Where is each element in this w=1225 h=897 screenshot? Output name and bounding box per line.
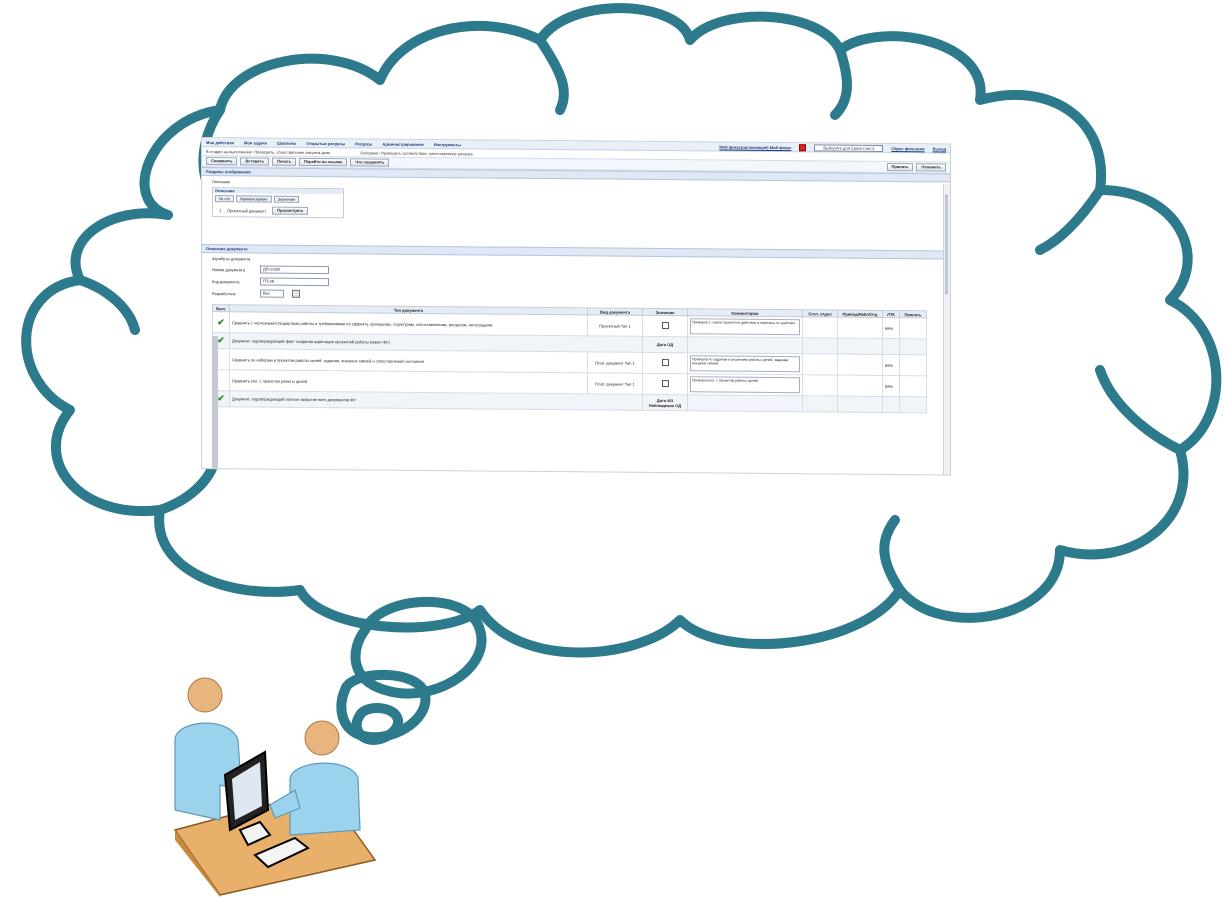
context-select[interactable]: Выберите для Связи (лист) bbox=[814, 143, 884, 152]
reset-filters-link[interactable]: Сброс фильтров bbox=[891, 146, 924, 151]
person-left-head bbox=[187, 677, 223, 713]
people-at-computer-illustration bbox=[173, 677, 377, 897]
value-checkbox[interactable] bbox=[661, 359, 669, 367]
save-button[interactable]: Сохранить bbox=[206, 157, 238, 166]
developer-field: Разработчик Все bbox=[212, 289, 940, 303]
follow-link-button[interactable]: Перейти по ссылке bbox=[299, 157, 348, 167]
vertical-scrollbar[interactable] bbox=[943, 184, 950, 475]
menu-item[interactable]: Шаблоны bbox=[277, 140, 296, 145]
field-label: Разработчик bbox=[212, 290, 236, 296]
menu-item[interactable]: Мои действия bbox=[206, 140, 234, 145]
value-checkbox[interactable] bbox=[661, 322, 669, 330]
focus-link[interactable]: Мой фокус(организация) Мой фокус bbox=[719, 144, 791, 150]
value-checkbox[interactable] bbox=[661, 380, 669, 388]
breadcrumb-status: В стадии на выполнение: Проверить, сопос… bbox=[206, 148, 331, 155]
group-value: Дата ФЗ Наблюдение ОД bbox=[642, 394, 688, 411]
chevron-down-icon[interactable] bbox=[292, 289, 300, 298]
section-display-panel: Описание Описание № п/п Наименование Зна… bbox=[202, 176, 950, 251]
percent-value: 99% bbox=[882, 375, 900, 397]
embedded-app-screenshot: Мои действия Мои задачи Шаблоны Открытые… bbox=[201, 137, 951, 476]
scrollbar-thumb[interactable] bbox=[945, 194, 948, 295]
cloud-inner-curve-6 bbox=[879, 515, 905, 595]
developer-select[interactable]: Все bbox=[260, 289, 284, 298]
row-number: 1 bbox=[219, 207, 222, 213]
logout-link[interactable]: Выход bbox=[933, 146, 946, 151]
what-to-save-button[interactable]: Что сохранять bbox=[350, 158, 390, 167]
person-right-head bbox=[304, 720, 340, 756]
row-name: Проектный документ bbox=[227, 207, 267, 214]
row-scrollbar[interactable] bbox=[212, 336, 218, 469]
alert-icon bbox=[799, 143, 807, 151]
cancel-button[interactable]: Отменить bbox=[916, 163, 946, 172]
requirement-kind: Плат. документ Тип 1 bbox=[587, 372, 643, 395]
checkmark-icon: ✔ bbox=[217, 335, 225, 346]
accept-button[interactable]: Принять bbox=[886, 162, 914, 172]
comment-field[interactable]: Проверка 1: самое проектное действие и п… bbox=[690, 318, 800, 336]
description-box: Описание № п/п Наименование Значение 1 П… bbox=[212, 187, 344, 219]
requirement-kind: Плат. документ Тип 1 bbox=[587, 351, 643, 374]
description-row: 1 Проектный документ Просмотреть bbox=[213, 204, 343, 217]
menu-item[interactable]: Ресурсы bbox=[355, 141, 372, 146]
comment-field[interactable]: Проверка кол. с проектом работы целей bbox=[690, 376, 800, 394]
doc-code-input[interactable]: ГП-28 bbox=[260, 277, 329, 287]
group-value: Дата ОД bbox=[642, 336, 688, 353]
cloud-inner-curve-4 bbox=[1035, 185, 1105, 255]
tab-name[interactable]: Наименование bbox=[235, 195, 272, 203]
percent-value: 99% bbox=[882, 317, 900, 339]
checkmark-icon: ✔ bbox=[217, 393, 225, 404]
cloud-inner-curve-5 bbox=[1095, 365, 1185, 455]
cloud-inner-curve-3 bbox=[830, 45, 852, 120]
doc-number-input[interactable]: ДП-1/180 bbox=[260, 265, 329, 275]
breadcrumb-description: Описание: Проверить соответствие, сопост… bbox=[360, 149, 473, 156]
requirement-kind: Проектный Тип 1 bbox=[587, 314, 643, 337]
cloud-inner-curve-8 bbox=[75, 275, 140, 335]
menu-item[interactable]: Мои задачи bbox=[244, 140, 267, 145]
field-label: Код документа bbox=[212, 278, 240, 284]
requirements-table: Вып. Тип документа Вид документа Значени… bbox=[212, 304, 927, 413]
field-label: Номер документа bbox=[212, 266, 245, 272]
percent-value: 99% bbox=[882, 354, 900, 376]
group-text: Документ, подтверждающий полное закрытие… bbox=[229, 390, 643, 411]
menu-item[interactable]: Администрирование bbox=[382, 141, 423, 146]
cloud-inner-curve-2 bbox=[535, 35, 569, 115]
document-panel: Атрибуты документа Номер документа ДП-1/… bbox=[202, 253, 950, 311]
tab-number[interactable]: № п/п bbox=[215, 195, 234, 203]
view-button[interactable]: Просмотреть bbox=[272, 206, 309, 215]
menu-item[interactable]: Открытые ресурсы bbox=[306, 140, 345, 145]
checkmark-icon: ✔ bbox=[217, 316, 225, 327]
print-button[interactable]: Печать bbox=[272, 157, 297, 166]
menu-item[interactable]: Инструменты bbox=[434, 142, 461, 147]
insert-button[interactable]: Вставить bbox=[240, 157, 270, 166]
tab-value[interactable]: Значение bbox=[273, 195, 300, 203]
comment-field[interactable]: Проверка по задачам и решениям работы, ц… bbox=[690, 355, 800, 373]
person-right-body bbox=[289, 762, 361, 836]
